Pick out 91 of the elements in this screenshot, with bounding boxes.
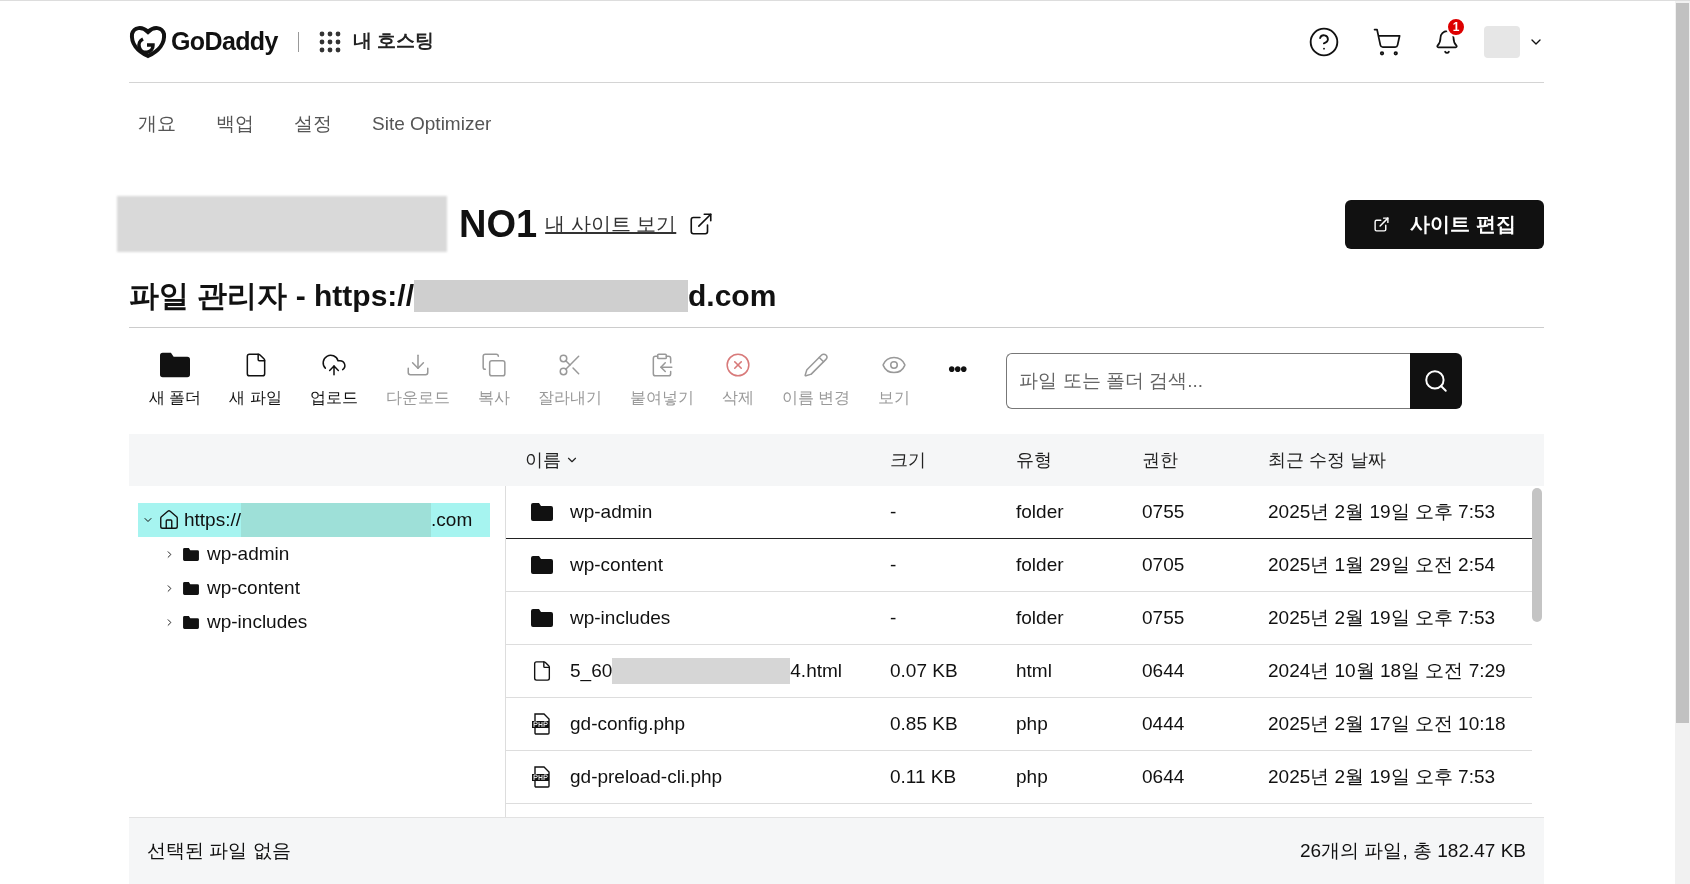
table-cell-text: 0644: [1142, 658, 1186, 683]
file-row[interactable]: gd-config.php 0.85 KB php 0444 2025년 2월 17일 오전 10:18: [506, 698, 1532, 751]
column-header[interactable]: 이름: [525, 446, 890, 474]
tree-item[interactable]: wp-admin: [138, 537, 298, 571]
table-cell-text: 2024년 10월 18일 오전 7:29: [1268, 658, 1506, 683]
file-name: gd-preload-cli.php: [570, 764, 723, 789]
x-circle-icon: [724, 352, 751, 378]
folder-icon: [183, 547, 199, 561]
table-cell-text: 0705: [1142, 552, 1186, 577]
table-cell-text: php: [1016, 764, 1049, 789]
file-name-suffix: 4.html: [790, 658, 843, 683]
nav-tab[interactable]: 개요: [138, 108, 176, 140]
download-icon: [404, 352, 431, 378]
folder-icon: [160, 352, 191, 378]
notification-badge: 1: [1446, 16, 1466, 37]
column-header[interactable]: 크기: [890, 446, 1016, 474]
file-row[interactable]: wp-includes - folder 0755 2025년 2월 19일 오후 7:53: [506, 592, 1532, 645]
table-cell-text: 2025년 2월 19일 오후 7:53: [1268, 605, 1496, 630]
grid-icon: [318, 30, 341, 53]
table-cell-text: 2025년 1월 29일 오전 2:54: [1268, 552, 1496, 577]
folder-icon: [183, 581, 199, 595]
toolbar-button[interactable]: 업로드: [295, 352, 372, 410]
file-row[interactable]: 5_60 4.html 0.07 KB html 0644 2024년 10월 18일 오전 7:29: [506, 645, 1532, 698]
file-name: wp-includes: [570, 605, 671, 630]
folder-icon: [531, 556, 553, 574]
table-cell-text: 0444: [1142, 711, 1186, 736]
file-name: wp-admin: [570, 499, 653, 524]
php-file-icon: [532, 766, 552, 788]
column-header[interactable]: 권한: [1142, 446, 1268, 474]
avatar: [1484, 25, 1520, 58]
help-icon[interactable]: [1308, 25, 1340, 58]
nav-tab[interactable]: 설정: [294, 108, 332, 140]
pencil-icon: [803, 352, 830, 378]
file-name: gd-config.php: [570, 711, 686, 736]
logo-text: GoDaddy: [171, 25, 278, 57]
folder-icon: [183, 615, 199, 629]
external-link-icon[interactable]: [688, 211, 715, 237]
file-summary: 26개의 파일, 총 182.47 KB: [1300, 838, 1526, 863]
table-cell-text: -: [890, 605, 898, 630]
tree-item[interactable]: wp-includes: [138, 605, 316, 639]
nav-tab[interactable]: 백업: [216, 108, 254, 140]
page-title-suffix: d.com: [688, 278, 777, 314]
cart-icon[interactable]: [1372, 26, 1402, 57]
table-cell-text: folder: [1016, 605, 1065, 630]
external-link-icon: [1373, 215, 1391, 233]
site-title: NO1: [459, 201, 538, 247]
table-cell-text: 2025년 2월 17일 오전 10:18: [1268, 711, 1506, 736]
file-icon: [531, 660, 553, 682]
file-name: wp-content: [570, 552, 663, 577]
search-button[interactable]: [1410, 353, 1463, 409]
view-site-link[interactable]: 내 사이트 보기: [545, 209, 677, 239]
search-icon: [1423, 368, 1450, 394]
folder-icon: [531, 503, 553, 521]
table-cell-text: -: [890, 552, 898, 577]
php-file-icon: [532, 713, 552, 735]
page-title: 파일 관리자 - https://: [129, 278, 414, 314]
table-cell-text: folder: [1016, 552, 1065, 577]
nav-tab[interactable]: Site Optimizer: [372, 108, 492, 140]
table-cell-text: 0755: [1142, 605, 1186, 630]
file-row[interactable]: wp-admin - folder 0755 2025년 2월 19일 오후 7:53: [506, 486, 1532, 539]
logo-icon: [129, 24, 167, 59]
selection-status: 선택된 파일 없음: [147, 838, 291, 863]
toolbar-button[interactable]: 새 폴더: [135, 352, 216, 410]
home-icon: [158, 509, 180, 531]
tree-item[interactable]: wp-content: [138, 571, 308, 605]
table-cell-text: 0.85 KB: [890, 711, 959, 736]
file-row[interactable]: gd-preload-cli.php 0.11 KB php 0644 2025년 2월 19일 오후 7:53: [506, 751, 1532, 804]
toolbar-button[interactable]: 새 파일: [215, 352, 296, 410]
apps-menu-button[interactable]: 내 호스팅: [318, 27, 435, 56]
file-name: 5_60 4.html: [570, 656, 843, 686]
table-cell-text: 0.07 KB: [890, 658, 959, 683]
table-cell-text: folder: [1016, 499, 1065, 524]
table-cell-text: html: [1016, 658, 1053, 683]
table-cell-text: -: [890, 499, 898, 524]
edit-site-button[interactable]: 사이트 편집: [1345, 199, 1544, 249]
folder-icon: [531, 609, 553, 627]
page-scrollbar[interactable]: [1675, 1, 1690, 884]
table-cell-text: php: [1016, 711, 1049, 736]
table-cell-text: 2025년 2월 19일 오후 7:53: [1268, 499, 1496, 524]
more-button[interactable]: •••: [948, 354, 967, 384]
cloud-upload-icon: [320, 352, 347, 378]
table-cell-text: 0644: [1142, 764, 1186, 789]
table-cell-text: 0.11 KB: [890, 764, 958, 789]
tree-item[interactable]: https:// .com: [138, 503, 490, 537]
file-row[interactable]: wp-content - folder 0705 2025년 1월 29일 오전 2:54: [506, 539, 1532, 592]
scrollbar-thumb[interactable]: [1532, 488, 1542, 622]
column-header[interactable]: 유형: [1016, 446, 1142, 474]
column-header[interactable]: 최근 수정 날짜: [1268, 446, 1386, 474]
table-cell-text: 2025년 2월 19일 오후 7:53: [1268, 764, 1496, 789]
table-cell-text: 0755: [1142, 499, 1186, 524]
search-field[interactable]: 파일 또는 폴더 검색...: [1006, 353, 1411, 409]
